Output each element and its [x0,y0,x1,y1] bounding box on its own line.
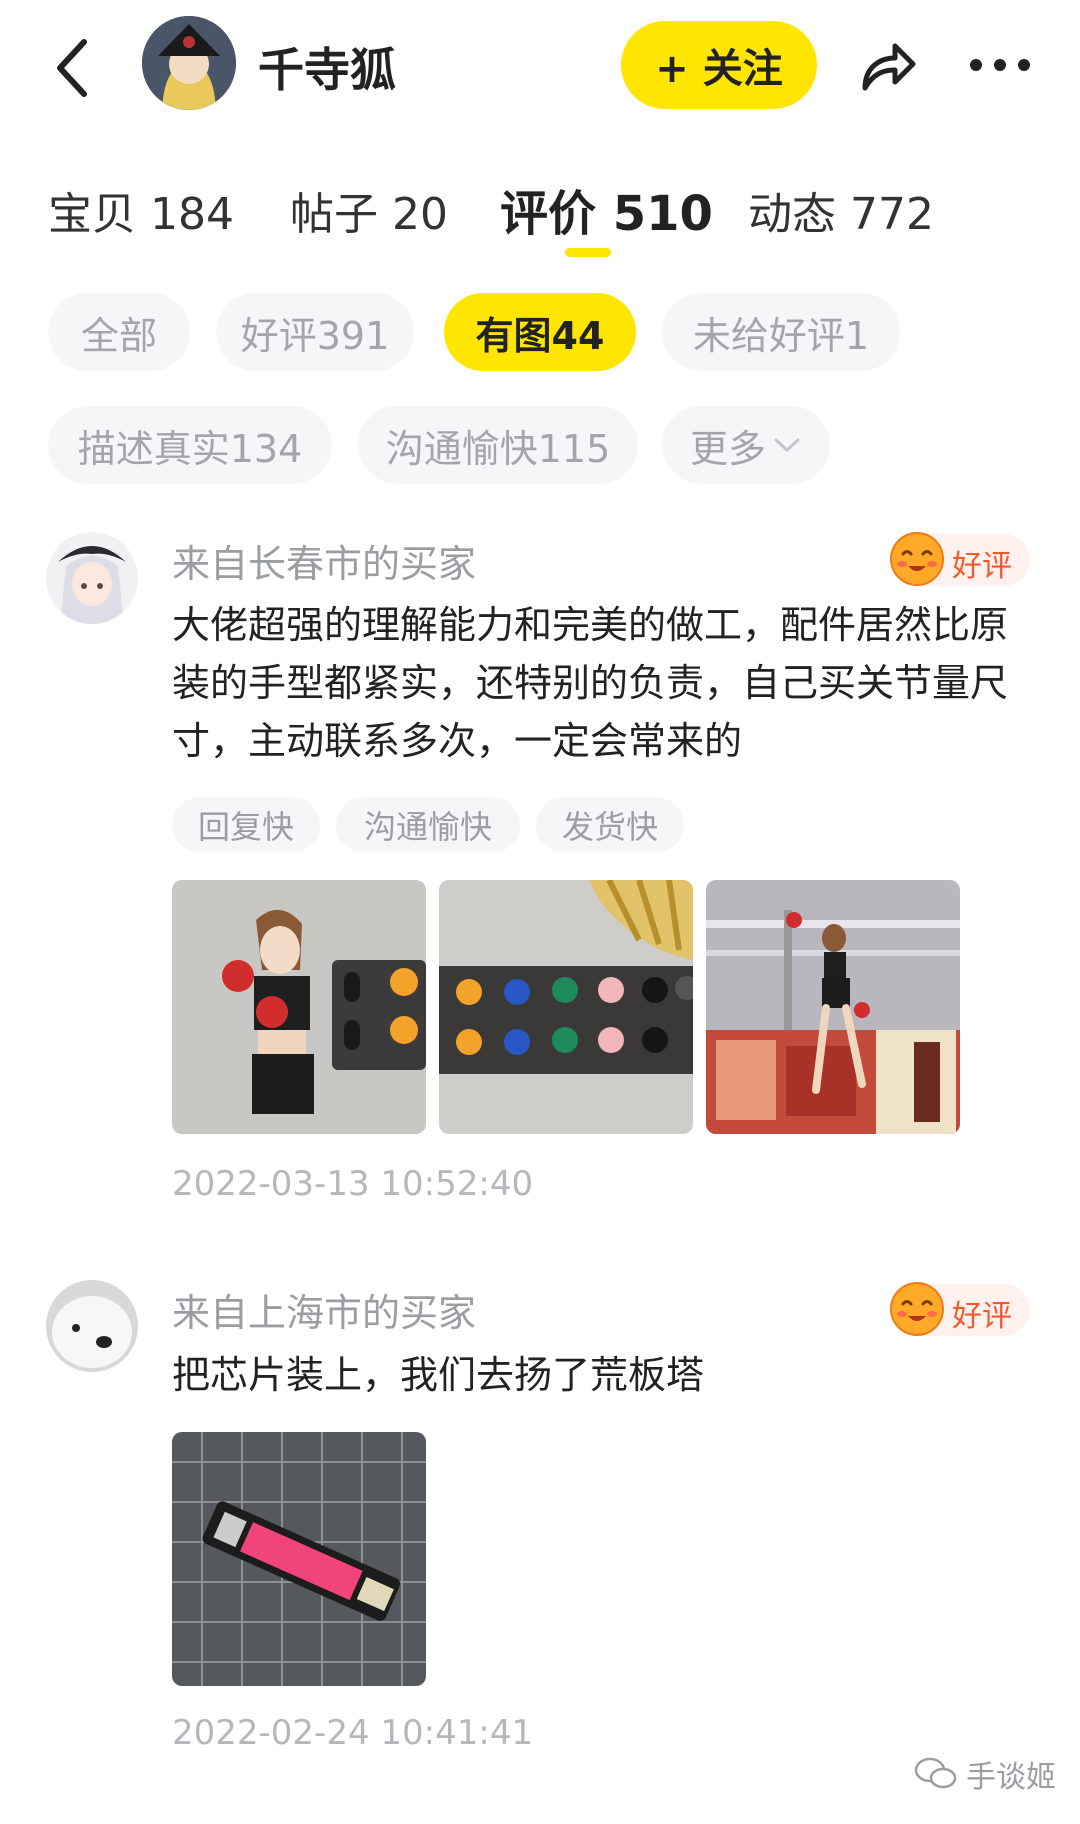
badge-label: 好评 [952,1299,1012,1334]
review-tag: 沟通愉快 [336,797,520,853]
review-text: 大佬超强的理解能力和完美的做工，配件居然比原装的手型都紧实，还特别的负责，自己买… [172,603,1009,763]
filter-more-label: 更多 [689,426,766,471]
tab-posts[interactable]: 帖子 20 [290,178,448,242]
back-icon[interactable] [52,36,92,100]
tab-items[interactable]: 宝贝 184 [48,178,234,242]
smile-face-icon [890,532,944,586]
review-photo[interactable] [172,880,426,1134]
good-review-badge: 好评 [890,532,1030,586]
seller-name: 千寺狐 [258,43,396,97]
filter-no-good-review[interactable]: 未给好评1 [662,293,900,371]
follow-button[interactable]: + 关注 [621,21,817,109]
watermark-text: 手谈姬 [966,1760,1056,1795]
tab-activity[interactable]: 动态 772 [748,178,934,242]
review-text: 把芯片装上，我们去扬了荒板塔 [172,1353,705,1397]
review-photo[interactable] [172,1432,426,1686]
filter-pleasant-communication[interactable]: 沟通愉快115 [358,406,638,484]
review-time: 2022-02-24 10:41:41 [172,1713,534,1753]
badge-label: 好评 [952,549,1012,584]
filter-with-photos[interactable]: 有图44 [444,293,636,371]
buyer-avatar[interactable] [46,532,138,624]
tab-reviews[interactable]: 评价 510 [500,174,713,244]
review-photo[interactable] [706,880,960,1134]
smile-face-icon [890,1282,944,1336]
buyer-location: 来自长春市的买家 [172,542,477,586]
buyer-location: 来自上海市的买家 [172,1291,477,1335]
review-tag: 发货快 [536,797,684,853]
buyer-avatar[interactable] [46,1280,138,1372]
filter-more[interactable]: 更多 [662,406,830,484]
filter-accurate-description[interactable]: 描述真实134 [48,406,332,484]
active-tab-indicator [565,248,611,257]
share-icon[interactable] [855,34,919,98]
wechat-icon [914,1757,957,1789]
review-photo[interactable] [439,880,693,1134]
seller-avatar[interactable] [142,16,236,110]
more-icon[interactable] [968,50,1032,80]
filter-all[interactable]: 全部 [48,293,190,371]
review-time: 2022-03-13 10:52:40 [172,1164,534,1204]
chevron-down-icon [774,438,800,452]
watermark: 手谈姬 [914,1752,1056,1796]
filter-good[interactable]: 好评391 [216,293,414,371]
review-tag: 回复快 [172,797,320,853]
good-review-badge: 好评 [890,1282,1030,1336]
